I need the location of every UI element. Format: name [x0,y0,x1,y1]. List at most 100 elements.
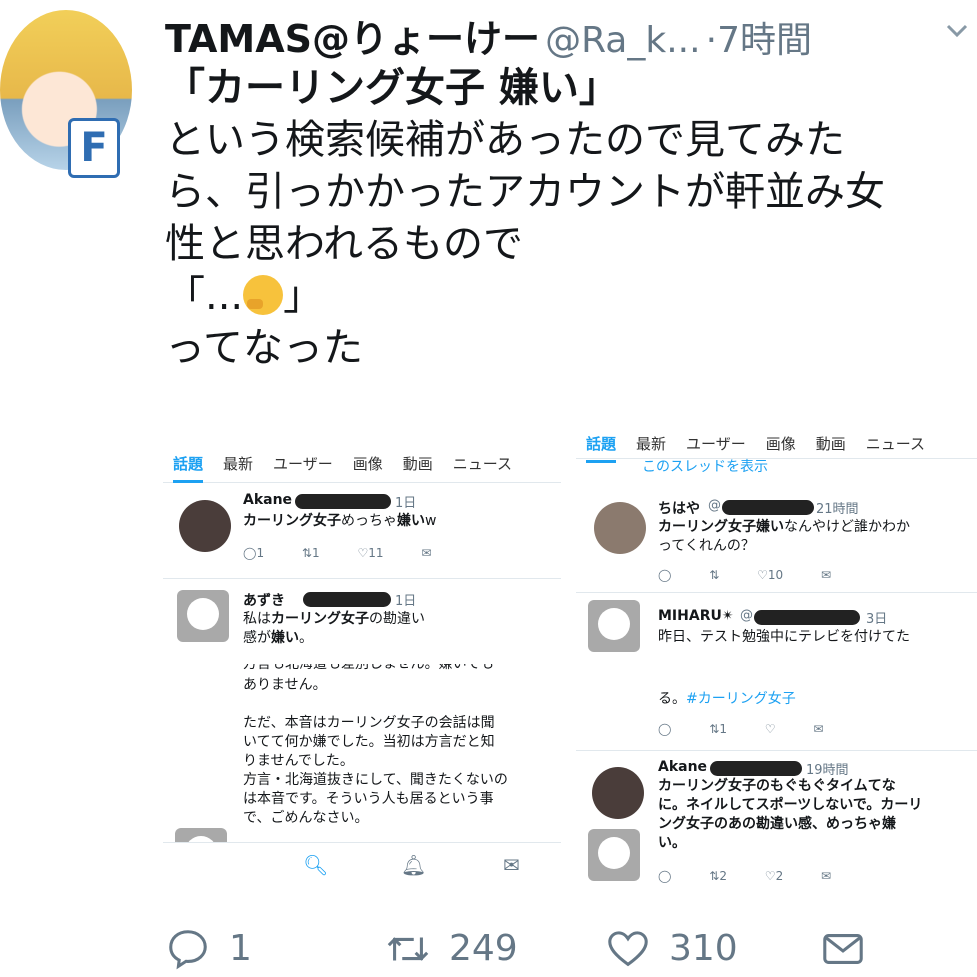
screenshot-right-bottom[interactable]: る。#カーリング女子 ◯ ⇅1 ♡ ✉ Akane 19時間 カーリング女子のも… [576,674,977,891]
count: 11 [368,546,384,560]
user-handle-at: @ [740,608,753,623]
retweet-button[interactable]: 249 [385,920,518,977]
attached-images[interactable]: 話題 最新 ユーザー 画像 動画 ニュース Akane 1日 カーリング女子めっ… [163,428,977,891]
dm-icon[interactable]: ✉ [813,722,823,736]
bottom-nav: 🔍︎ 🔔︎ ✉ [163,842,561,891]
reply-icon[interactable]: ◯ [658,568,671,582]
search-tabs: 話題 最新 ユーザー 画像 動画 ニュース [576,428,977,463]
tweet-line-3: ら、引っかかったアカウントが軒並み女 [165,169,885,215]
count: 2 [719,869,727,883]
like-count[interactable]: ♡10 [757,568,783,582]
text-line: りませんでした。 [243,753,354,769]
count: 1 [256,546,265,560]
avatar [592,767,644,819]
reply-count[interactable]: ◯1 [243,546,264,560]
heart-icon [608,930,648,966]
default-avatar [588,829,640,881]
dm-icon[interactable]: ✉ [421,546,431,560]
redacted-handle [303,592,391,607]
tweet-time[interactable]: 7時間 [717,20,812,61]
retweet-count[interactable]: ⇅1 [302,546,320,560]
chevron-down-icon[interactable] [945,18,969,42]
avatar-badge: F [68,118,120,178]
avatar [594,502,646,554]
like-count[interactable]: ♡2 [765,869,783,883]
retweet-icon[interactable]: ⇅ [709,568,719,582]
redacted-handle [295,494,391,509]
avatar [179,500,231,552]
list-item[interactable]: Akane 19時間 カーリング女子のもぐもぐタイムてな に。ネイルしてスポーツ… [576,750,977,891]
display-name[interactable]: TAMAS@りょーけー [165,17,540,61]
like-icon[interactable]: ♡ [765,722,776,736]
text: る。 [658,691,686,707]
user-name: MIHARU✴ [658,608,734,624]
search-icon[interactable]: 🔍︎ [303,853,328,877]
tab-latest[interactable]: 最新 [636,433,666,454]
reply-icon[interactable]: ◯ [658,722,671,736]
hashtag-link[interactable]: #カーリング女子 [686,691,796,707]
bold-term: カーリング女子 [243,513,341,529]
mail-icon[interactable]: ✉ [503,853,520,877]
redacted-handle [710,761,802,776]
tweet-body: 昨日、テスト勉強中にテレビを付けてた [658,629,910,645]
tab-videos[interactable]: 動画 [816,433,846,454]
tweet-time: 1日 [395,594,417,609]
tweet-body: る。#カーリング女子 [658,690,796,709]
tab-topics[interactable]: 話題 [173,453,204,483]
dm-button[interactable] [820,920,884,977]
user-name: ちはや [658,501,700,517]
tab-users[interactable]: ユーザー [686,433,746,454]
dm-icon[interactable]: ✉ [821,869,831,883]
text-line: で、ごめんなさい。 [243,810,369,826]
list-item[interactable]: ちはや @ 21時間 カーリング女子嫌いなんやけど誰かわか ってくれんの？ ◯ … [576,490,977,593]
screenshot-right-top[interactable]: 話題 最新 ユーザー 画像 動画 ニュース このスレッドを表示 ちはや @ 21… [576,428,977,656]
tab-images[interactable]: 画像 [766,433,796,454]
show-thread-link[interactable]: このスレッドを表示 [642,458,768,477]
count: 10 [767,568,784,582]
tab-news[interactable]: ニュース [453,453,512,474]
text: 私は [243,611,271,627]
tweet-line-2: という検索候補があったので見てみた [165,117,845,163]
retweet-count[interactable]: ⇅2 [709,869,727,883]
user-name: あずき [243,593,285,609]
text: w [425,513,437,529]
screenshot-left-bottom[interactable]: 方言も北海道も差別しません。嫌いでも ありません。 ただ、本音はカーリング女子の… [163,664,561,891]
bold-term: カーリング女子嫌い [658,519,784,535]
tweet-actions-bar: 1 249 310 [0,920,977,977]
tab-videos[interactable]: 動画 [403,453,433,474]
user-avatar[interactable]: F [0,10,138,178]
tab-latest[interactable]: 最新 [223,453,253,474]
list-item[interactable]: MIHARU✴ @ 3日 昨日、テスト勉強中にテレビを付けてた [576,592,977,656]
tab-users[interactable]: ユーザー [273,453,333,474]
tab-images[interactable]: 画像 [353,453,383,474]
tweet-line-5-open: 「... [165,273,244,319]
tweet-time: 3日 [866,612,888,627]
like-count: 310 [669,928,738,969]
like-count[interactable]: ♡11 [357,546,383,560]
reply-count: 1 [229,928,252,969]
search-tabs: 話題 最新 ユーザー 画像 動画 ニュース [163,444,561,483]
reply-icon[interactable]: ◯ [658,869,671,883]
like-button[interactable]: 310 [605,920,738,977]
tab-news[interactable]: ニュース [866,433,925,454]
list-item[interactable]: Akane 1日 カーリング女子めっちゃ嫌いw ◯1 ⇅1 ♡11 ✉ [163,484,561,579]
tweet-header: TAMAS@りょーけー @Ra_k... ·7時間 [165,8,977,62]
reply-button[interactable]: 1 [165,920,252,977]
dm-icon[interactable]: ✉ [821,568,831,582]
screenshot-left-top[interactable]: 話題 最新 ユーザー 画像 動画 ニュース Akane 1日 カーリング女子めっ… [163,428,561,656]
thinking-face-icon [243,275,284,315]
text: めっちゃ [341,513,397,529]
text-line: 方言・北海道抜きにして、聞きたくないの [243,772,508,788]
tab-topics[interactable]: 話題 [586,433,617,463]
tweet-body: カーリング女子のもぐもぐタイムてな に。ネイルしてスポーツしないで。カーリ ング… [658,777,922,853]
reply-icon [169,929,207,969]
retweet-count[interactable]: ⇅1 [709,722,727,736]
bold-term: 嫌い [271,630,299,646]
text: の勘違い [369,611,425,627]
text-line: いてて何か嫌でした。当初は方言だと知 [243,734,495,750]
retweet-count: 249 [449,928,518,969]
list-item[interactable]: あずき 1日 私はカーリング女子の勘違い 感が嫌い。 [163,578,561,656]
user-handle[interactable]: @Ra_k... [545,20,700,61]
header-separator: · [705,20,718,61]
notification-icon[interactable]: 🔔︎ [401,853,426,877]
